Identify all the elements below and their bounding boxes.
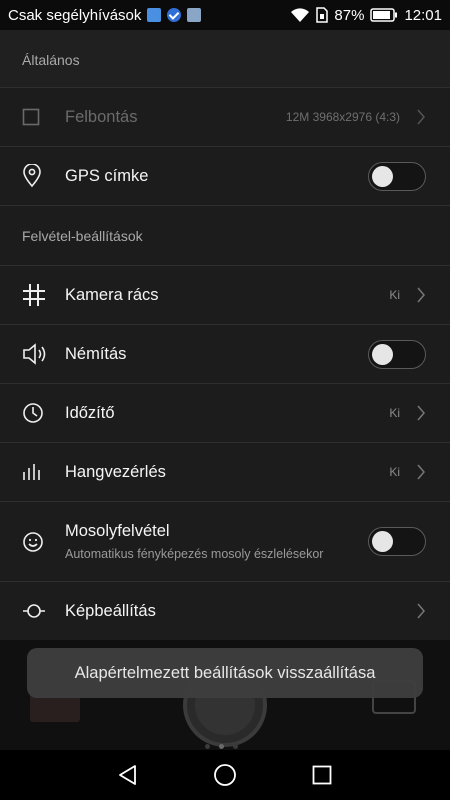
navigation-bar bbox=[0, 750, 450, 800]
grid-icon bbox=[22, 280, 52, 310]
setting-image-adjust-label: Képbeállítás bbox=[65, 601, 156, 620]
setting-timer-value: Ki bbox=[389, 406, 400, 420]
home-button[interactable] bbox=[205, 755, 245, 795]
mute-toggle[interactable] bbox=[368, 339, 426, 369]
toggle-knob bbox=[372, 343, 393, 365]
recents-button[interactable] bbox=[302, 755, 342, 795]
setting-mute[interactable]: Némítás bbox=[0, 325, 450, 384]
checkbox-icon bbox=[22, 102, 52, 132]
setting-camera-grid-value: Ki bbox=[389, 288, 400, 302]
gps-tag-toggle[interactable] bbox=[368, 161, 426, 191]
status-bar: Csak segélyhívások 87% 12:01 bbox=[0, 0, 450, 30]
carrier-text: Csak segélyhívások bbox=[8, 6, 142, 24]
location-pin-icon bbox=[22, 161, 52, 191]
back-triangle-icon bbox=[119, 765, 137, 785]
sound-bars-icon bbox=[22, 457, 52, 487]
setting-smile-capture-description: Automatikus fényképezés mosoly észlelése… bbox=[65, 547, 324, 561]
setting-gps-tag-label: GPS címke bbox=[65, 166, 149, 185]
wifi-icon bbox=[291, 8, 310, 22]
image-adjust-icon bbox=[22, 596, 52, 626]
mail-icon bbox=[147, 8, 162, 22]
chevron-right-icon bbox=[417, 405, 425, 421]
battery-percent: 87% bbox=[334, 6, 365, 24]
setting-mute-label: Némítás bbox=[65, 344, 127, 363]
setting-smile-capture[interactable]: Mosolyfelvétel Automatikus fényképezés m… bbox=[0, 502, 450, 582]
image-icon bbox=[187, 8, 202, 22]
setting-timer-label: Időzítő bbox=[65, 403, 115, 422]
back-button[interactable] bbox=[108, 755, 148, 795]
setting-gps-tag[interactable]: GPS címke bbox=[0, 147, 450, 206]
setting-voice-control-value: Ki bbox=[389, 465, 400, 479]
clock-icon bbox=[22, 398, 52, 428]
toggle-knob bbox=[372, 531, 393, 552]
chevron-right-icon bbox=[417, 287, 425, 303]
home-circle-icon bbox=[214, 764, 236, 786]
page-dot bbox=[233, 744, 238, 749]
setting-smile-capture-label: Mosolyfelvétel bbox=[65, 522, 170, 540]
setting-resolution[interactable]: Felbontás 12M 3968x2976 (4:3) bbox=[0, 88, 450, 147]
setting-voice-control-label: Hangvezérlés bbox=[65, 462, 166, 481]
battery-icon bbox=[370, 8, 398, 22]
speaker-icon bbox=[22, 339, 52, 369]
chevron-right-icon bbox=[417, 464, 425, 480]
clock-time: 12:01 bbox=[404, 6, 442, 24]
section-header-general: Általános bbox=[0, 30, 450, 88]
camera-settings-list: Általános Felbontás 12M 3968x2976 (4:3) … bbox=[0, 30, 450, 641]
toggle-knob bbox=[372, 165, 393, 187]
chevron-right-icon bbox=[417, 109, 425, 125]
smile-icon bbox=[22, 527, 52, 557]
setting-resolution-value: 12M 3968x2976 (4:3) bbox=[285, 110, 400, 124]
setting-resolution-label: Felbontás bbox=[65, 107, 138, 126]
setting-image-adjust[interactable]: Képbeállítás bbox=[0, 582, 450, 641]
recents-square-icon bbox=[312, 765, 332, 785]
page-dot-active bbox=[219, 744, 224, 749]
page-indicator bbox=[205, 744, 238, 749]
reset-defaults-toast[interactable]: Alapértelmezett beállítások visszaállítá… bbox=[27, 648, 423, 698]
chevron-right-icon bbox=[417, 603, 425, 619]
setting-voice-control[interactable]: Hangvezérlés Ki bbox=[0, 443, 450, 502]
setting-timer[interactable]: Időzítő Ki bbox=[0, 384, 450, 443]
page-dot bbox=[205, 744, 210, 749]
section-header-capture: Felvétel-beállítások bbox=[0, 206, 450, 266]
sim-icon bbox=[316, 7, 329, 23]
smile-capture-toggle[interactable] bbox=[368, 527, 426, 556]
check-badge-icon bbox=[167, 8, 182, 22]
setting-camera-grid[interactable]: Kamera rács Ki bbox=[0, 266, 450, 325]
setting-camera-grid-label: Kamera rács bbox=[65, 285, 159, 304]
